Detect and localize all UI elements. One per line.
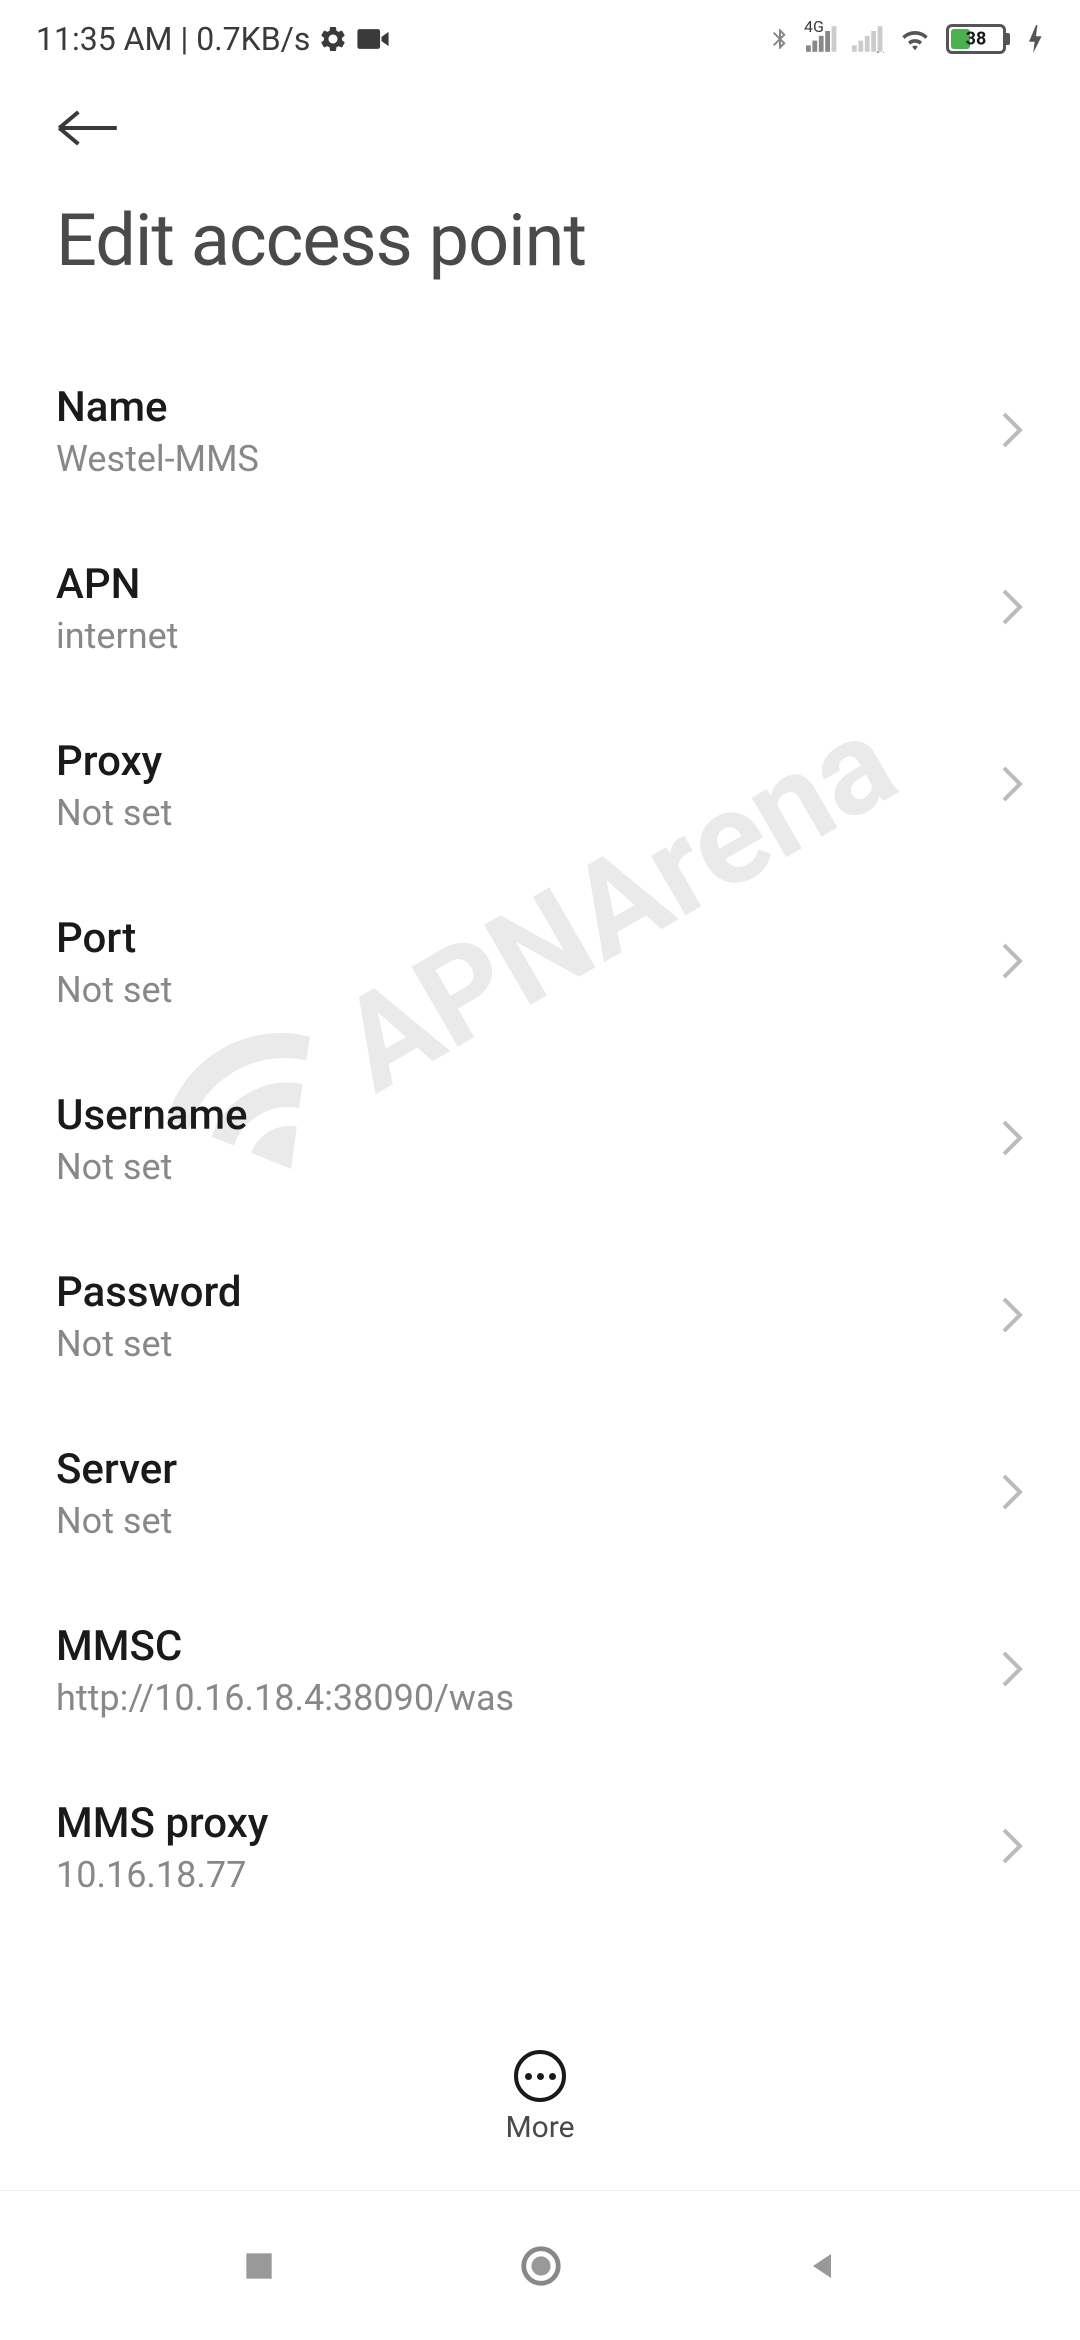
signal-4g-icon: 4G (806, 25, 838, 53)
chevron-right-icon (1000, 1295, 1024, 1339)
setting-value: Not set (56, 1323, 1000, 1365)
chevron-right-icon (1000, 764, 1024, 808)
chevron-right-icon (1000, 1118, 1024, 1162)
page-title: Edit access point (56, 198, 1024, 283)
chevron-right-icon (1000, 1826, 1024, 1870)
setting-item-port[interactable]: Port Not set (0, 874, 1080, 1051)
setting-value: 10.16.18.77 (56, 1854, 1000, 1896)
chevron-right-icon (1000, 410, 1024, 454)
setting-item-mmsc[interactable]: MMSC http://10.16.18.4:38090/was (0, 1582, 1080, 1759)
setting-item-apn[interactable]: APN internet (0, 520, 1080, 697)
header: Edit access point (0, 68, 1080, 303)
setting-label: Proxy (56, 737, 1000, 786)
nav-home-button[interactable] (518, 2243, 564, 2289)
setting-label: Port (56, 914, 1000, 963)
setting-item-proxy[interactable]: Proxy Not set (0, 697, 1080, 874)
more-label: More (505, 2110, 574, 2145)
charging-icon (1028, 25, 1044, 53)
more-button[interactable]: More (0, 2030, 1080, 2165)
status-time: 11:35 AM (36, 20, 172, 58)
wifi-icon (898, 25, 932, 53)
setting-label: Username (56, 1091, 1000, 1140)
status-right: 4G ✕ 38 (768, 22, 1044, 56)
status-left: 11:35 AM | 0.7KB/s (36, 20, 390, 58)
chevron-right-icon (1000, 1649, 1024, 1693)
setting-value: Not set (56, 792, 1000, 834)
setting-value: Not set (56, 1146, 1000, 1188)
setting-value: Not set (56, 1500, 1000, 1542)
chevron-right-icon (1000, 587, 1024, 631)
more-dots-icon (514, 2050, 566, 2102)
setting-label: Server (56, 1445, 1000, 1494)
setting-value: internet (56, 615, 1000, 657)
setting-item-password[interactable]: Password Not set (0, 1228, 1080, 1405)
bluetooth-icon (768, 22, 792, 56)
setting-label: MMS proxy (56, 1799, 1000, 1848)
setting-item-name[interactable]: Name Westel-MMS (0, 343, 1080, 520)
setting-value: Not set (56, 969, 1000, 1011)
svg-text:✕: ✕ (874, 46, 884, 53)
setting-label: Name (56, 383, 1000, 432)
setting-item-mms-proxy[interactable]: MMS proxy 10.16.18.77 (0, 1759, 1080, 1936)
content-area: APNArena Name Westel-MMS APN internet Pr… (0, 303, 1080, 2083)
setting-value: http://10.16.18.4:38090/was (56, 1677, 1000, 1719)
nav-back-button[interactable] (804, 2248, 840, 2284)
status-bar: 11:35 AM | 0.7KB/s 4G ✕ 38 (0, 0, 1080, 68)
signal-no-sim-icon: ✕ (852, 25, 884, 53)
camera-icon (356, 27, 390, 51)
chevron-right-icon (1000, 1472, 1024, 1516)
status-data-rate: 0.7KB/s (196, 20, 310, 58)
setting-label: APN (56, 560, 1000, 609)
back-button[interactable] (56, 108, 120, 148)
setting-item-username[interactable]: Username Not set (0, 1051, 1080, 1228)
setting-label: MMSC (56, 1622, 1000, 1671)
setting-label: Password (56, 1268, 1000, 1317)
setting-item-server[interactable]: Server Not set (0, 1405, 1080, 1582)
battery-indicator: 38 (946, 24, 1010, 54)
navigation-bar (0, 2190, 1080, 2340)
setting-value: Westel-MMS (56, 438, 1000, 480)
settings-list[interactable]: Name Westel-MMS APN internet Proxy Not s… (0, 343, 1080, 2043)
gear-icon (318, 24, 348, 54)
chevron-right-icon (1000, 941, 1024, 985)
nav-recents-button[interactable] (240, 2247, 278, 2285)
